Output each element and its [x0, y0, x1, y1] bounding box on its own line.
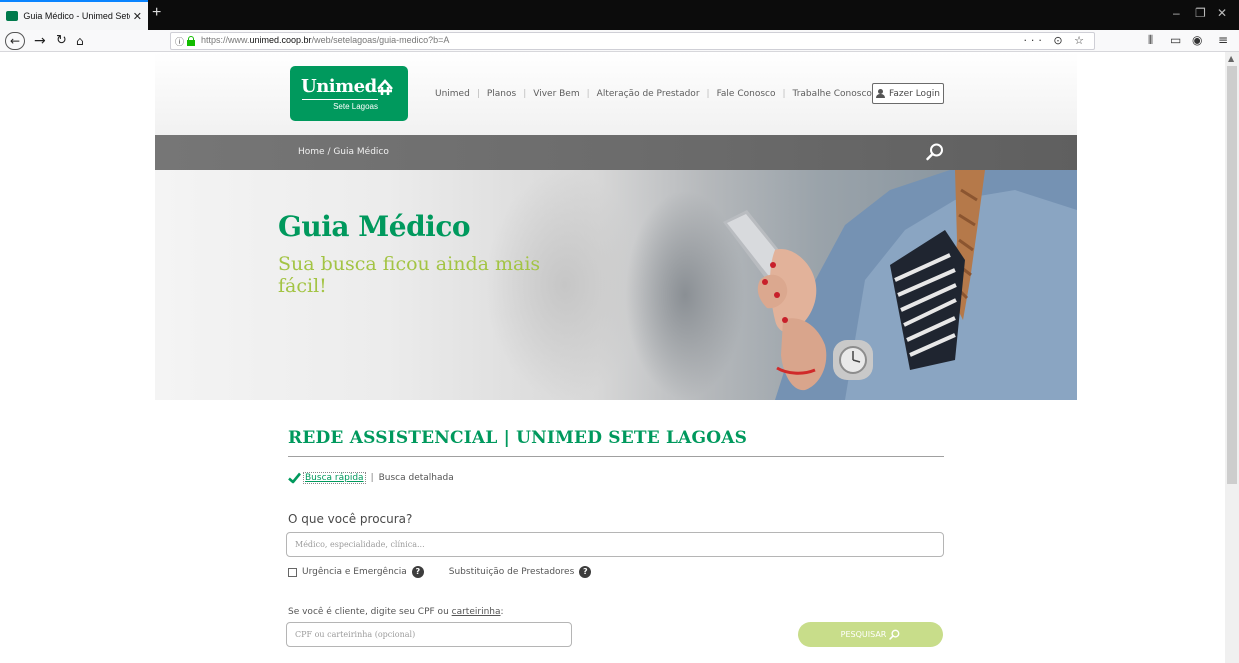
unimed-tree-icon [377, 79, 393, 95]
section-title: REDE ASSISTENCIAL | UNIMED SETE LAGOAS [288, 428, 748, 448]
urgency-label[interactable]: Urgência e Emergência [302, 567, 407, 577]
search-options: Urgência e Emergência ? Substituição de … [288, 566, 592, 578]
search-input[interactable] [286, 532, 944, 557]
restore-button[interactable]: ❐ [1195, 6, 1206, 20]
carteirinha-link[interactable]: carteirinha [452, 607, 501, 617]
favicon-icon [6, 11, 19, 21]
nav-separator: | [706, 89, 710, 99]
login-button[interactable]: Fazer Login [872, 83, 944, 104]
hero-banner: Guia Médico Sua busca ficou ainda mais f… [155, 170, 1077, 400]
urgency-checkbox[interactable] [288, 567, 297, 577]
search-label: O que você procura? [288, 512, 413, 526]
cpf-input[interactable] [286, 622, 572, 647]
reload-icon[interactable]: ↻ [56, 32, 67, 50]
check-icon [288, 472, 301, 484]
page-actions-icon[interactable]: ··· ⊙ ☆ [1023, 34, 1088, 47]
back-arrow-icon[interactable]: ← [5, 32, 25, 50]
search-icon [889, 629, 900, 640]
user-icon [876, 89, 886, 98]
home-icon[interactable]: ⌂ [76, 32, 84, 50]
new-tab-button[interactable]: + [152, 4, 161, 22]
nav-separator: | [523, 89, 527, 99]
nav-item-trabalhe-conosco[interactable]: Trabalhe Conosco [793, 89, 872, 99]
logo-subtitle: Sete Lagoas [302, 99, 378, 111]
search-icon[interactable] [925, 142, 945, 162]
unimed-logo[interactable]: Unimed Sete Lagoas [290, 66, 408, 121]
scrollbar-thumb[interactable] [1227, 66, 1237, 484]
hero-subtitle: Sua busca ficou ainda mais fácil! [278, 253, 541, 297]
close-tab-icon[interactable]: ✕ [133, 10, 142, 23]
extension-icon[interactable]: ◉ [1192, 33, 1202, 47]
detailed-search-link[interactable]: Busca detalhada [379, 473, 454, 483]
substitution-label[interactable]: Substituição de Prestadores [449, 567, 575, 577]
search-button-label: PESQUISAR [840, 630, 887, 639]
browser-toolbar: ← → ↻ ⌂ ⓘ https://www.unimed.coop.br/web… [0, 30, 1239, 52]
nav-item-unimed[interactable]: Unimed [435, 89, 470, 99]
breadcrumb-bar: Home / Guia Médico [155, 135, 1077, 170]
breadcrumb[interactable]: Home / Guia Médico [298, 147, 389, 157]
nav-item-fale-conosco[interactable]: Fale Conosco [717, 89, 776, 99]
nav-separator: | [476, 89, 480, 99]
menu-icon[interactable]: ≡ [1218, 33, 1228, 47]
woman-with-phone-image [723, 170, 1077, 400]
nav-separator: | [586, 89, 590, 99]
nav-separator: | [782, 89, 786, 99]
lock-icon [187, 36, 195, 46]
main-nav: Unimed | Planos | Viver Bem | Alteração … [435, 89, 872, 99]
forward-arrow-icon[interactable]: → [34, 32, 46, 50]
close-window-button[interactable]: ✕ [1217, 6, 1227, 20]
hero-title: Guia Médico [278, 210, 471, 243]
sidebar-icon[interactable]: ▭ [1170, 33, 1181, 47]
help-icon[interactable]: ? [579, 566, 592, 578]
nav-item-viver-bem[interactable]: Viver Bem [533, 89, 579, 99]
browser-tab[interactable]: Guia Médico - Unimed Sete La ✕ [0, 0, 148, 30]
search-button[interactable]: PESQUISAR [798, 622, 943, 647]
section-divider [288, 456, 944, 457]
browser-tab-bar: Guia Médico - Unimed Sete La ✕ + – ❐ ✕ [0, 0, 1239, 30]
help-icon[interactable]: ? [411, 566, 424, 578]
logo-brand: Unimed [301, 76, 377, 97]
minimize-button[interactable]: – [1173, 6, 1180, 20]
cpf-label: Se você é cliente, digite seu CPF ou car… [288, 607, 504, 617]
info-icon[interactable]: ⓘ [175, 35, 184, 48]
nav-item-alteracao-prestador[interactable]: Alteração de Prestador [597, 89, 700, 99]
nav-item-planos[interactable]: Planos [487, 89, 516, 99]
mode-separator: | [370, 473, 374, 483]
site-header: Unimed Sete Lagoas Unimed | Planos | Viv… [155, 52, 1077, 135]
tab-title: Guia Médico - Unimed Sete La [23, 11, 129, 21]
login-label: Fazer Login [889, 88, 940, 99]
url-text[interactable]: https://www.unimed.coop.br/web/setelagoa… [201, 35, 449, 45]
scroll-up-icon[interactable]: ▲ [1228, 54, 1234, 63]
url-bar[interactable]: ⓘ https://www.unimed.coop.br/web/setelag… [170, 32, 1095, 50]
quick-search-link[interactable]: Busca rápida [303, 472, 366, 484]
search-mode-switch: Busca rápida | Busca detalhada [288, 472, 454, 484]
library-icon[interactable]: ⫴ [1148, 33, 1153, 48]
page-scrollbar[interactable]: ▲ [1225, 52, 1239, 663]
